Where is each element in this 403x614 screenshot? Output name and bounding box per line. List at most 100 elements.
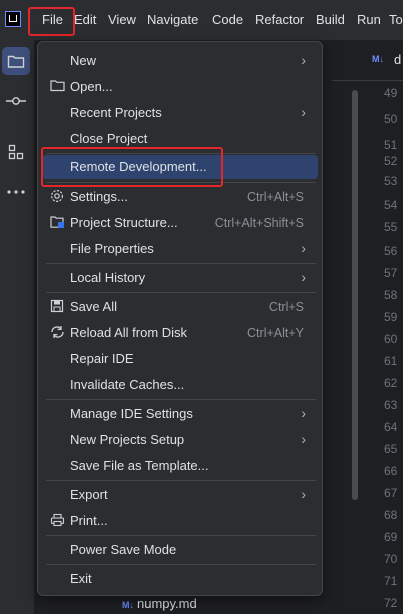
menu-item-new[interactable]: New › (42, 49, 318, 73)
menu-item-reload-all[interactable]: Reload All from Disk Ctrl+Alt+Y (42, 321, 318, 345)
project-tree-file[interactable]: M↓ numpy.md (122, 596, 197, 611)
menu-item-label: Print... (70, 513, 108, 528)
line-number: 53 (384, 174, 398, 188)
menu-separator (46, 263, 316, 264)
line-number: 65 (384, 442, 398, 456)
markdown-file-icon: M↓ (122, 600, 134, 610)
menu-item-repair-ide[interactable]: Repair IDE (42, 347, 318, 371)
menu-view[interactable]: View (108, 12, 136, 27)
menu-item-project-structure[interactable]: Project Structure... Ctrl+Alt+Shift+S (42, 211, 318, 235)
chevron-right-icon: › (301, 240, 306, 256)
menu-item-label: Save File as Template... (70, 458, 209, 473)
menu-item-new-projects-setup[interactable]: New Projects Setup › (42, 428, 318, 452)
menu-item-power-save-mode[interactable]: Power Save Mode (42, 538, 318, 562)
line-number: 72 (384, 596, 398, 610)
menu-item-label: Close Project (70, 131, 148, 146)
line-number: 64 (384, 420, 398, 434)
menu-item-label: Reload All from Disk (70, 325, 188, 340)
line-number: 56 (384, 244, 398, 258)
menu-item-save-all[interactable]: Save All Ctrl+S (42, 295, 318, 319)
menu-item-recent-projects[interactable]: Recent Projects › (42, 101, 318, 125)
chevron-right-icon: › (301, 431, 306, 447)
menu-item-save-file-as-template[interactable]: Save File as Template... (42, 454, 318, 478)
chevron-right-icon: › (301, 405, 306, 421)
more-icon[interactable] (2, 178, 30, 206)
line-number: 52 (384, 154, 398, 168)
menu-navigate[interactable]: Navigate (147, 12, 198, 27)
line-number: 60 (384, 332, 398, 346)
project-folder-icon[interactable] (2, 47, 30, 75)
menu-edit[interactable]: Edit (74, 12, 96, 27)
tool-window-strip (0, 40, 35, 614)
line-number: 67 (384, 486, 398, 500)
file-menu-dropdown: New › Open... Recent Projects › Close Pr… (37, 41, 323, 596)
chevron-right-icon: › (301, 52, 306, 68)
menu-item-label: Repair IDE (70, 351, 134, 366)
menu-item-manage-ide-settings[interactable]: Manage IDE Settings › (42, 402, 318, 426)
structure-icon[interactable] (2, 138, 30, 166)
menu-item-label: Project Structure... (70, 215, 178, 230)
file-name: numpy.md (137, 596, 197, 611)
commit-icon[interactable] (2, 87, 30, 115)
menu-item-shortcut: Ctrl+S (268, 300, 304, 314)
chevron-right-icon: › (301, 486, 306, 502)
line-number: 57 (384, 266, 398, 280)
menu-item-local-history[interactable]: Local History › (42, 266, 318, 290)
line-number: 55 (384, 220, 398, 234)
line-number: 66 (384, 464, 398, 478)
menu-item-label: Save All (70, 299, 117, 314)
menu-item-label: Local History (70, 270, 146, 285)
editor-tab[interactable] (332, 42, 403, 81)
menu-item-label: Export (70, 487, 108, 502)
menu-item-label: Recent Projects (70, 105, 162, 120)
app-logo-icon[interactable] (5, 11, 21, 27)
menu-item-label: Power Save Mode (70, 542, 177, 557)
menu-build[interactable]: Build (316, 12, 345, 27)
line-number: 71 (384, 574, 398, 588)
line-number: 50 (384, 112, 398, 126)
menu-item-print[interactable]: Print... (42, 509, 318, 533)
menu-item-label: Settings... (70, 189, 128, 204)
menu-separator (46, 399, 316, 400)
reload-icon (49, 325, 65, 341)
line-number: 62 (384, 376, 398, 390)
chevron-right-icon: › (301, 104, 306, 120)
editor-tab-label: d (394, 52, 402, 67)
line-number: 70 (384, 552, 398, 566)
menu-item-exit[interactable]: Exit (42, 567, 318, 591)
main-menu-bar: File Edit View Navigate Code Refactor Bu… (0, 0, 403, 40)
menu-item-label: New Projects Setup (70, 432, 185, 447)
menu-item-shortcut: Ctrl+Alt+Y (247, 326, 304, 340)
line-number: 49 (384, 86, 398, 100)
print-icon (49, 513, 65, 529)
line-number: 68 (384, 508, 398, 522)
menu-item-label: File Properties (70, 241, 154, 256)
menu-item-open[interactable]: Open... (42, 75, 318, 99)
file-menu-highlight (28, 7, 75, 36)
gear-icon (49, 189, 65, 205)
menu-separator (46, 535, 316, 536)
line-number: 61 (384, 354, 398, 368)
line-number: 51 (384, 138, 398, 152)
menu-tools[interactable]: To (389, 12, 403, 27)
line-number: 59 (384, 310, 398, 324)
menu-item-settings[interactable]: Settings... Ctrl+Alt+S (42, 185, 318, 209)
line-number: 58 (384, 288, 398, 302)
remote-development-highlight (41, 147, 223, 187)
save-icon (49, 299, 65, 315)
menu-item-label: Exit (70, 571, 92, 586)
menu-item-invalidate-caches[interactable]: Invalidate Caches... (42, 373, 318, 397)
menu-code[interactable]: Code (212, 12, 243, 27)
vertical-scrollbar[interactable] (352, 90, 358, 500)
folder-icon (49, 79, 65, 95)
menu-refactor[interactable]: Refactor (255, 12, 304, 27)
chevron-right-icon: › (301, 269, 306, 285)
menu-item-export[interactable]: Export › (42, 483, 318, 507)
menu-run[interactable]: Run (357, 12, 381, 27)
menu-item-label: Invalidate Caches... (70, 377, 185, 392)
markdown-file-icon: M↓ (372, 54, 384, 64)
menu-separator (46, 292, 316, 293)
menu-separator (46, 480, 316, 481)
menu-item-shortcut: Ctrl+Alt+S (247, 190, 304, 204)
menu-item-file-properties[interactable]: File Properties › (42, 237, 318, 261)
